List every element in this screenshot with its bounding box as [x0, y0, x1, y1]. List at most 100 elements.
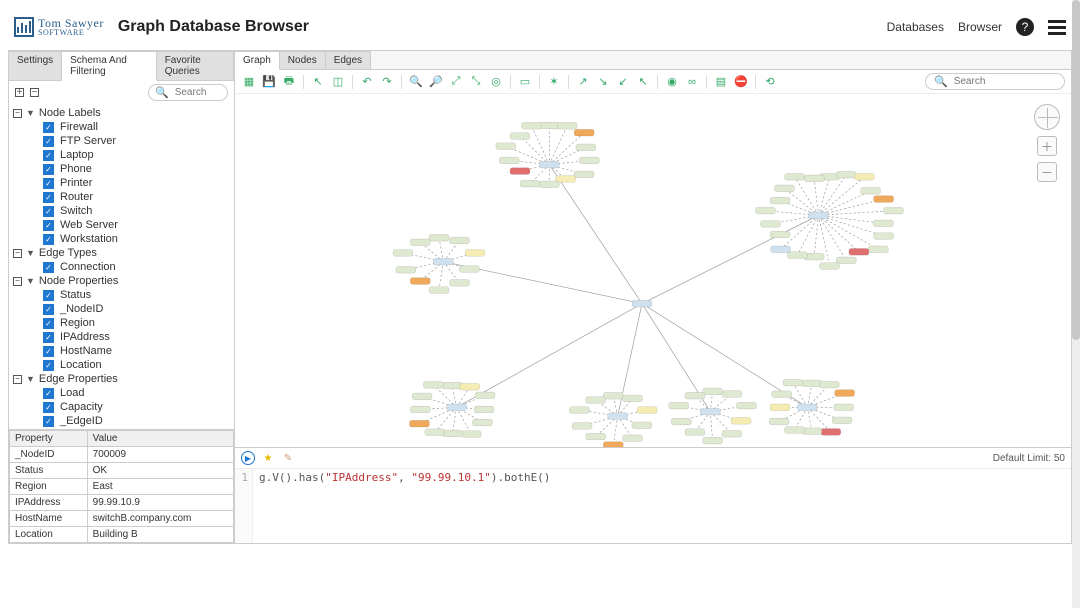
collapse-icon[interactable]: −	[13, 249, 22, 258]
graph-node[interactable]	[409, 420, 429, 427]
menu-icon[interactable]	[1048, 20, 1066, 35]
graph-node[interactable]	[447, 404, 467, 411]
checkbox-icon[interactable]: ✓	[43, 192, 54, 203]
graph-node[interactable]	[819, 381, 839, 388]
checkbox-icon[interactable]: ✓	[43, 332, 54, 343]
tree-group-head[interactable]: −▼Node Labels	[13, 106, 230, 120]
graph-node[interactable]	[671, 418, 691, 425]
graph-node[interactable]	[884, 207, 904, 214]
graph-node[interactable]	[396, 266, 416, 273]
graph-node[interactable]	[874, 196, 894, 203]
checkbox-icon[interactable]: ✓	[43, 206, 54, 217]
auto-layout-icon[interactable]: ✶	[546, 74, 562, 90]
graph-node[interactable]	[820, 263, 840, 270]
tree-item[interactable]: ✓Workstation	[43, 232, 230, 246]
graph-node[interactable]	[499, 157, 519, 164]
center-icon[interactable]: ◉	[664, 74, 680, 90]
graph-node[interactable]	[873, 220, 893, 227]
graph-node[interactable]	[632, 422, 652, 429]
graph-node[interactable]	[770, 231, 790, 238]
tree-item[interactable]: ✓HostName	[43, 344, 230, 358]
tree-item[interactable]: ✓Capacity	[43, 400, 230, 414]
tree-item[interactable]: ✓FTP Server	[43, 134, 230, 148]
checkbox-icon[interactable]: ✓	[43, 290, 54, 301]
graph-node[interactable]	[539, 122, 559, 129]
graph-node[interactable]	[603, 393, 623, 400]
graph-node[interactable]	[772, 391, 792, 398]
graph-node[interactable]	[450, 237, 470, 244]
graph-node[interactable]	[737, 402, 757, 409]
graph-node[interactable]	[557, 123, 577, 130]
checkbox-icon[interactable]: ✓	[43, 360, 54, 371]
graph-node[interactable]	[520, 180, 540, 187]
graph-node[interactable]	[603, 442, 623, 447]
graph-node[interactable]	[539, 161, 559, 168]
favorite-query-button[interactable]: ★	[261, 451, 275, 465]
tree-item[interactable]: ✓_EdgeID	[43, 414, 230, 428]
graph-node[interactable]	[785, 173, 805, 180]
checkbox-icon[interactable]: ✓	[43, 220, 54, 231]
graph-node[interactable]	[632, 300, 652, 307]
graph-node[interactable]	[510, 168, 530, 175]
graph-node[interactable]	[510, 133, 530, 140]
save-icon[interactable]: 💾	[261, 74, 277, 90]
graph-node[interactable]	[475, 392, 495, 399]
graph-node[interactable]	[461, 431, 481, 438]
graph-node[interactable]	[623, 435, 643, 442]
tree-item[interactable]: ✓Connection	[43, 260, 230, 274]
print-icon[interactable]: 🖶	[281, 74, 297, 90]
graph-search-input[interactable]	[952, 75, 1052, 88]
tree-item[interactable]: ✓Status	[43, 288, 230, 302]
graph-node[interactable]	[459, 266, 479, 273]
collapse2-icon[interactable]: ↖	[635, 74, 651, 90]
tab-schema[interactable]: Schema And Filtering	[62, 51, 157, 81]
cursor-icon[interactable]: ↖	[310, 74, 326, 90]
tab-settings[interactable]: Settings	[9, 51, 62, 80]
checkbox-icon[interactable]: ✓	[43, 304, 54, 315]
graph-node[interactable]	[579, 157, 599, 164]
graph-node[interactable]	[703, 388, 723, 395]
graph-node[interactable]	[761, 221, 781, 228]
tree-item[interactable]: ✓Region	[43, 316, 230, 330]
graph-node[interactable]	[450, 280, 470, 287]
checkbox-icon[interactable]: ✓	[43, 234, 54, 245]
checkbox-icon[interactable]: ✓	[43, 178, 54, 189]
graph-node[interactable]	[802, 380, 822, 387]
graph-node[interactable]	[834, 404, 854, 411]
table-row[interactable]: HostNameswitchB.company.com	[10, 511, 234, 527]
graph-node[interactable]	[442, 430, 462, 437]
graph-node[interactable]	[433, 258, 453, 265]
graph-node[interactable]	[783, 379, 803, 386]
link-icon[interactable]: ∞	[684, 74, 700, 90]
checkbox-icon[interactable]: ✓	[43, 388, 54, 399]
checkbox-icon[interactable]: ✓	[43, 262, 54, 273]
checkbox-icon[interactable]: ✓	[43, 318, 54, 329]
graph-node[interactable]	[465, 250, 485, 257]
graph-node[interactable]	[849, 249, 869, 256]
graph-node[interactable]	[410, 406, 430, 413]
select-icon[interactable]: ◫	[330, 74, 346, 90]
graph-node[interactable]	[423, 382, 443, 389]
graph-node[interactable]	[771, 246, 791, 253]
checkbox-icon[interactable]: ✓	[43, 346, 54, 357]
graph-node[interactable]	[756, 207, 776, 214]
graph-node[interactable]	[775, 185, 795, 192]
tree-item[interactable]: ✓_NodeID	[43, 302, 230, 316]
tree-item[interactable]: ✓Web Server	[43, 218, 230, 232]
graph-node[interactable]	[410, 239, 430, 246]
expand2-icon[interactable]: ↘	[595, 74, 611, 90]
stop-icon[interactable]: ⛔	[733, 74, 749, 90]
zoom-in-button[interactable]: ＋	[1037, 136, 1057, 156]
graph-node[interactable]	[412, 393, 432, 400]
zoom-out-button[interactable]: －	[1037, 162, 1057, 182]
pan-control-icon[interactable]	[1034, 104, 1060, 130]
graph-node[interactable]	[474, 406, 494, 413]
nav-browser[interactable]: Browser	[958, 20, 1002, 34]
graph-node[interactable]	[804, 175, 824, 182]
graph-node[interactable]	[442, 382, 462, 389]
zoom-in-icon[interactable]: 🔍	[408, 74, 424, 90]
graph-node[interactable]	[608, 413, 628, 420]
redo-icon[interactable]: ↷	[379, 74, 395, 90]
graph-node[interactable]	[874, 233, 894, 240]
tree-item[interactable]: ✓Firewall	[43, 120, 230, 134]
